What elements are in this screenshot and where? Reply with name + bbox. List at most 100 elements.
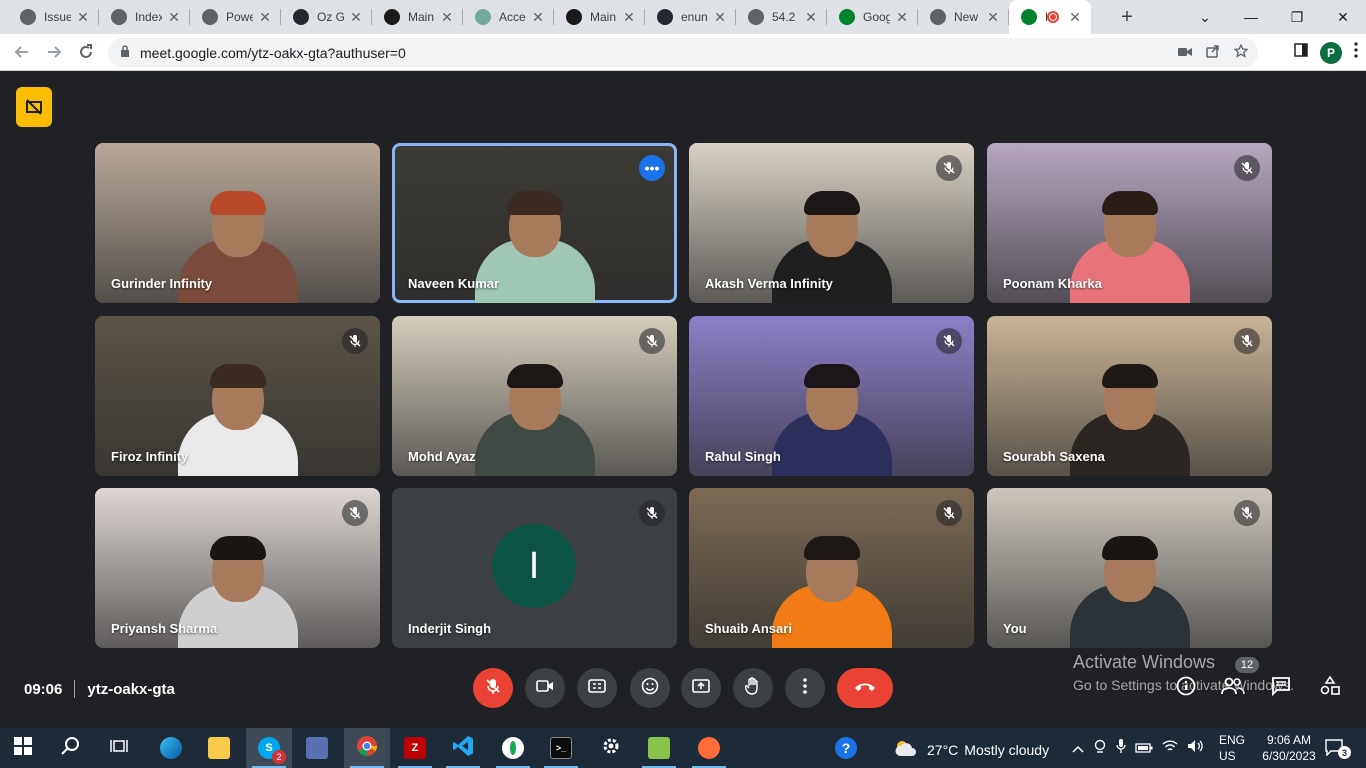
participant-tile[interactable]: Sourabh Saxena bbox=[987, 316, 1272, 476]
close-tab-icon[interactable]: ✕ bbox=[712, 9, 728, 26]
tab-search-icon[interactable]: ⌄ bbox=[1182, 0, 1228, 34]
participant-tile[interactable]: Priyansh Sharma bbox=[95, 488, 380, 648]
browser-tab[interactable]: Main ✕ bbox=[372, 0, 463, 34]
close-window-icon[interactable]: ✕ bbox=[1320, 0, 1366, 34]
participant-name: Akash Verma Infinity bbox=[705, 276, 833, 291]
minimize-icon[interactable]: — bbox=[1228, 0, 1274, 34]
start-button[interactable] bbox=[0, 728, 46, 768]
raise-hand-button[interactable] bbox=[733, 668, 773, 708]
participant-tile[interactable]: ••• Naveen Kumar bbox=[392, 143, 677, 303]
skype-badge: 2 bbox=[272, 750, 286, 764]
browser-tab[interactable]: Main ✕ bbox=[554, 0, 645, 34]
forward-button[interactable] bbox=[38, 37, 70, 67]
browser-tab-title: Issue bbox=[44, 10, 71, 24]
bookmark-star-icon[interactable] bbox=[1233, 43, 1249, 61]
participant-tile[interactable]: Akash Verma Infinity bbox=[689, 143, 974, 303]
reactions-button[interactable] bbox=[630, 668, 670, 708]
side-panel-icon[interactable] bbox=[1294, 43, 1308, 62]
browser-tab[interactable]: New ✕ bbox=[918, 0, 1009, 34]
weather-widget[interactable]: 27°C Mostly cloudy bbox=[893, 739, 1049, 760]
tile-options-icon[interactable]: ••• bbox=[639, 155, 665, 181]
close-tab-icon[interactable]: ✕ bbox=[621, 9, 637, 26]
meeting-details-button[interactable] bbox=[1173, 676, 1199, 700]
taskbar-vscode[interactable] bbox=[440, 728, 486, 768]
leave-call-button[interactable] bbox=[837, 668, 893, 708]
taskbar-terminal[interactable]: >_ bbox=[538, 728, 584, 768]
captions-button[interactable] bbox=[577, 668, 617, 708]
show-hidden-icons-icon[interactable] bbox=[1072, 740, 1084, 758]
present-button[interactable] bbox=[681, 668, 721, 708]
browser-tab[interactable]: Acce ✕ bbox=[463, 0, 554, 34]
close-tab-icon[interactable]: ✕ bbox=[1067, 9, 1083, 26]
browser-tab[interactable]: M✕ bbox=[1009, 0, 1091, 34]
taskbar-notepad[interactable] bbox=[636, 728, 682, 768]
taskbar-chrome[interactable] bbox=[344, 728, 390, 768]
people-button[interactable] bbox=[1220, 676, 1246, 700]
browser-menu-icon[interactable] bbox=[1354, 42, 1358, 63]
participant-name: Poonam Kharka bbox=[1003, 276, 1102, 291]
participant-tile[interactable]: Gurinder Infinity bbox=[95, 143, 380, 303]
address-bar[interactable]: meet.google.com/ytz-oakx-gta?authuser=0 bbox=[108, 38, 1258, 67]
maximize-icon[interactable]: ❐ bbox=[1274, 0, 1320, 34]
taskbar-skype[interactable]: S 2 bbox=[246, 728, 292, 768]
globe-icon bbox=[111, 9, 127, 25]
camera-blocked-notice-icon[interactable] bbox=[16, 87, 52, 127]
taskbar-mongodb[interactable] bbox=[490, 728, 536, 768]
taskbar-edge[interactable] bbox=[148, 728, 194, 768]
notification-center-button[interactable]: 3 bbox=[1324, 738, 1351, 760]
profile-avatar[interactable]: P bbox=[1320, 41, 1342, 64]
browser-tab[interactable]: Goog ✕ bbox=[827, 0, 918, 34]
reload-button[interactable] bbox=[70, 37, 102, 67]
activities-button[interactable] bbox=[1317, 675, 1343, 700]
taskbar-settings[interactable] bbox=[588, 728, 634, 768]
participant-tile[interactable]: Rahul Singh bbox=[689, 316, 974, 476]
taskbar-time: 9:06 AM bbox=[1266, 733, 1312, 747]
taskbar-filezilla[interactable]: Z bbox=[392, 728, 438, 768]
browser-tab-title: Main bbox=[590, 10, 617, 24]
close-tab-icon[interactable]: ✕ bbox=[985, 9, 1001, 26]
browser-tab[interactable]: Issue ✕ bbox=[8, 0, 99, 34]
participant-tile[interactable]: I Inderjit Singh bbox=[392, 488, 677, 648]
search-button[interactable] bbox=[48, 728, 94, 768]
volume-icon[interactable] bbox=[1187, 739, 1203, 758]
participant-tile[interactable]: Shuaib Ansari bbox=[689, 488, 974, 648]
chat-button[interactable] bbox=[1268, 676, 1294, 700]
battery-icon[interactable] bbox=[1135, 740, 1153, 758]
taskbar-network-app[interactable] bbox=[294, 728, 340, 768]
close-tab-icon[interactable]: ✕ bbox=[439, 9, 455, 26]
close-tab-icon[interactable]: ✕ bbox=[75, 9, 91, 26]
close-tab-icon[interactable]: ✕ bbox=[348, 9, 364, 26]
microphone-tray-icon[interactable] bbox=[1116, 738, 1126, 759]
clock-date[interactable]: 9:06 AM 6/30/2023 bbox=[1258, 733, 1320, 763]
back-button[interactable] bbox=[6, 37, 38, 67]
camera-in-use-icon[interactable] bbox=[1178, 45, 1192, 61]
language-indicator[interactable]: ENG US bbox=[1219, 733, 1245, 763]
camera-toggle-button[interactable] bbox=[525, 668, 565, 708]
participant-tile[interactable]: Firoz Infinity bbox=[95, 316, 380, 476]
participant-tile[interactable]: Poonam Kharka bbox=[987, 143, 1272, 303]
close-tab-icon[interactable]: ✕ bbox=[803, 9, 819, 26]
help-button[interactable]: ? bbox=[823, 728, 869, 768]
participant-video bbox=[474, 346, 595, 476]
wifi-icon[interactable] bbox=[1162, 739, 1178, 758]
browser-tab[interactable]: 54.2 ✕ bbox=[736, 0, 827, 34]
taskbar-postman[interactable] bbox=[686, 728, 732, 768]
webcam-tray-icon[interactable] bbox=[1093, 739, 1107, 758]
task-view-button[interactable] bbox=[96, 728, 142, 768]
browser-tab[interactable]: enun ✕ bbox=[645, 0, 736, 34]
close-tab-icon[interactable]: ✕ bbox=[530, 9, 546, 26]
mic-toggle-button[interactable] bbox=[473, 668, 513, 708]
close-tab-icon[interactable]: ✕ bbox=[894, 9, 910, 26]
muted-mic-icon bbox=[639, 328, 665, 354]
close-tab-icon[interactable]: ✕ bbox=[166, 9, 182, 26]
participant-tile[interactable]: You bbox=[987, 488, 1272, 648]
close-tab-icon[interactable]: ✕ bbox=[257, 9, 273, 26]
more-options-button[interactable] bbox=[785, 668, 825, 708]
browser-tab[interactable]: Oz G ✕ bbox=[281, 0, 372, 34]
share-icon[interactable] bbox=[1206, 44, 1220, 61]
taskbar-file-explorer[interactable] bbox=[196, 728, 242, 768]
participant-tile[interactable]: Mohd Ayaz bbox=[392, 316, 677, 476]
browser-tab[interactable]: Index ✕ bbox=[99, 0, 190, 34]
browser-tab[interactable]: Powe ✕ bbox=[190, 0, 281, 34]
new-tab-button[interactable]: + bbox=[1113, 0, 1141, 34]
